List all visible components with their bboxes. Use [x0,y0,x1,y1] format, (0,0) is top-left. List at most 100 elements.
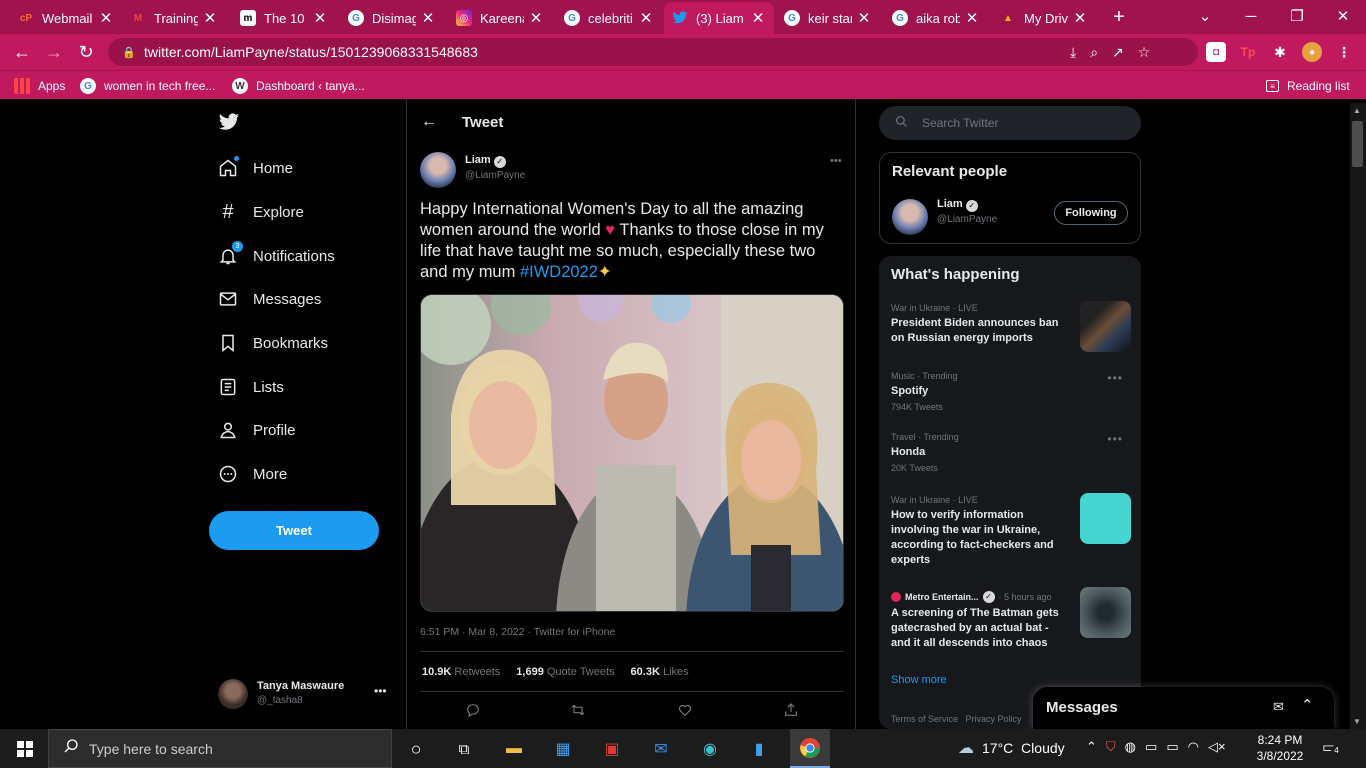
forward-arrow-icon[interactable]: → [40,38,68,66]
meet-now-icon[interactable]: ◍ [1125,739,1136,755]
browser-tab-kareena[interactable]: ◎ Kareena ✕ [448,4,552,32]
volume-icon[interactable]: ◁× [1208,739,1226,755]
search-twitter-input[interactable]: Search Twitter [879,106,1141,140]
new-tab-plus-icon[interactable]: + [1104,4,1134,30]
battery-icon[interactable]: ▭ [1166,739,1178,755]
twitter-logo-icon[interactable] [218,113,240,133]
nav-item-messages[interactable]: Messages [218,286,321,312]
trend-item[interactable]: War in Ukraine · LIVE How to verify info… [891,493,1131,568]
nav-item-bookmarks[interactable]: Bookmarks [218,330,328,356]
hashtag-link[interactable]: #IWD2022 [520,263,598,281]
address-bar[interactable]: 🔒 twitter.com/LiamPayne/status/150123906… [108,38,1198,66]
trend-item[interactable]: Metro Entertain... ✓ · 5 hours ago A scr… [891,587,1131,651]
close-icon[interactable]: ✕ [638,9,654,27]
close-icon[interactable]: ✕ [202,9,218,27]
scroll-up-icon[interactable]: ▲ [1353,106,1361,115]
browser-tab-disimage[interactable]: G Disimage ✕ [340,4,444,32]
nav-item-home[interactable]: Home [218,155,293,181]
close-icon[interactable]: ✕ [420,9,436,27]
back-arrow-icon[interactable]: ← [421,113,437,131]
retweets-stat[interactable]: 10.9K Retweets [422,666,500,678]
reply-icon[interactable] [465,702,481,723]
bookmark-women-in-tech[interactable]: G women in tech free... [80,76,215,96]
trend-item[interactable]: War in Ukraine · LIVE President Biden an… [891,301,1131,352]
nav-item-more[interactable]: More [218,461,287,487]
scroll-down-icon[interactable]: ▼ [1353,717,1361,726]
nav-item-profile[interactable]: Profile [218,417,296,443]
tp-extension-icon[interactable]: Tp [1238,42,1258,62]
browser-tab-the10[interactable]: m The 10 C ✕ [232,4,336,32]
pocket-extension-icon[interactable]: ◘ [1206,42,1226,62]
browser-tab-webmail[interactable]: cP Webmail ✕ [10,4,122,32]
messages-drawer[interactable]: Messages ✉ ⌃ [1033,687,1334,729]
more-dots-icon[interactable]: ••• [374,684,387,698]
browser-tab-celebrities[interactable]: G celebriti ✕ [556,4,662,32]
weather-widget[interactable]: ☁ 17°C Cloudy [958,738,1065,758]
close-icon[interactable]: ✕ [1072,9,1088,27]
mcafee-icon[interactable]: ⛉ [1106,739,1116,755]
trend-item[interactable]: Travel · Trending Honda 20K Tweets ••• [891,432,1131,473]
reading-list-button[interactable]: ≡ Reading list [1266,76,1350,96]
chrome-taskbar-icon[interactable] [790,729,830,768]
more-dots-icon[interactable]: ••• [1107,371,1123,385]
store-icon[interactable]: ▦ [550,736,576,762]
expand-chevron-icon[interactable]: ⌃ [1301,696,1314,714]
browser-tab-keir[interactable]: G keir star ✕ [776,4,880,32]
close-icon[interactable]: ✕ [856,9,872,27]
nav-item-notifications[interactable]: 3 Notifications [218,241,335,269]
install-icon[interactable]: ⤓ [1070,44,1076,61]
puzzle-extensions-icon[interactable]: ✱ [1270,42,1290,62]
avatar[interactable] [892,199,928,235]
author-name-row[interactable]: Liam ✓ [465,154,506,168]
likes-stat[interactable]: 60.3K Likes [631,666,689,678]
tweet-photo[interactable] [420,294,844,612]
star-bookmark-icon[interactable]: ☆ [1138,44,1151,61]
author-handle[interactable]: @LiamPayne [465,170,525,181]
nav-item-lists[interactable]: Lists [218,374,284,400]
back-arrow-icon[interactable]: ← [8,38,36,66]
more-dots-icon[interactable]: ••• [1107,432,1123,446]
close-icon[interactable]: ✕ [750,9,766,27]
task-view-icon[interactable]: ⧉ [451,736,477,762]
kebab-menu-icon[interactable]: ⋮ [1334,42,1354,62]
taskbar-search-input[interactable]: Type here to search [48,729,392,768]
close-icon[interactable]: ✕ [312,9,328,27]
profile-avatar-icon[interactable]: ● [1302,42,1322,62]
tweet-timestamp[interactable]: 6:51 PM · Mar 8, 2022 · Twitter for iPho… [420,626,615,638]
footer-links[interactable]: Terms of Service Privacy Policy [891,714,1022,724]
camera-icon[interactable]: ▭ [1145,739,1157,755]
browser-tab-training[interactable]: M Training ✕ [122,4,226,32]
new-message-icon[interactable]: ✉ [1273,699,1284,715]
zoom-icon[interactable]: ⌕ [1090,44,1098,61]
wifi-icon[interactable]: ◠ [1188,739,1199,755]
minimize-icon[interactable]: ─ [1236,4,1266,30]
edge-icon[interactable]: ◉ [697,736,723,762]
quote-tweets-stat[interactable]: 1,699 Quote Tweets [516,666,614,678]
share-icon[interactable] [783,702,799,723]
close-icon[interactable]: ✕ [964,9,980,27]
following-button[interactable]: Following [1054,201,1128,225]
avatar[interactable] [420,152,456,188]
like-heart-icon[interactable] [677,702,693,723]
phone-app-icon[interactable]: ▮ [746,736,772,762]
share-icon[interactable]: ↗ [1112,44,1124,61]
bookmark-dashboard[interactable]: W Dashboard ‹ tanya... [232,76,365,96]
reload-icon[interactable]: ↻ [72,38,100,66]
nav-item-explore[interactable]: # Explore [218,199,303,225]
bookmark-apps[interactable]: Apps [14,76,65,96]
tab-search-chevron-icon[interactable]: ⌄ [1190,4,1220,30]
tweet-more-dots-icon[interactable]: ••• [830,155,842,167]
person-name-row[interactable]: Liam ✓ [937,198,978,212]
retweet-icon[interactable] [570,702,586,723]
show-more-link[interactable]: Show more [891,674,947,686]
trend-item[interactable]: Music · Trending Spotify 794K Tweets ••• [891,371,1131,412]
file-explorer-icon[interactable]: ▬ [501,736,527,762]
close-icon[interactable]: ✕ [528,9,544,27]
browser-tab-liam-active[interactable]: (3) Liam ✕ [664,2,774,34]
clock[interactable]: 8:24 PM 3/8/2022 [1256,732,1304,764]
windows-start-icon[interactable] [12,736,38,762]
action-center-icon[interactable]: ▭ 4 [1322,738,1342,756]
tray-chevron-icon[interactable]: ⌃ [1086,739,1097,755]
scrollbar-thumb[interactable] [1352,121,1363,167]
close-icon[interactable]: ✕ [98,9,114,27]
